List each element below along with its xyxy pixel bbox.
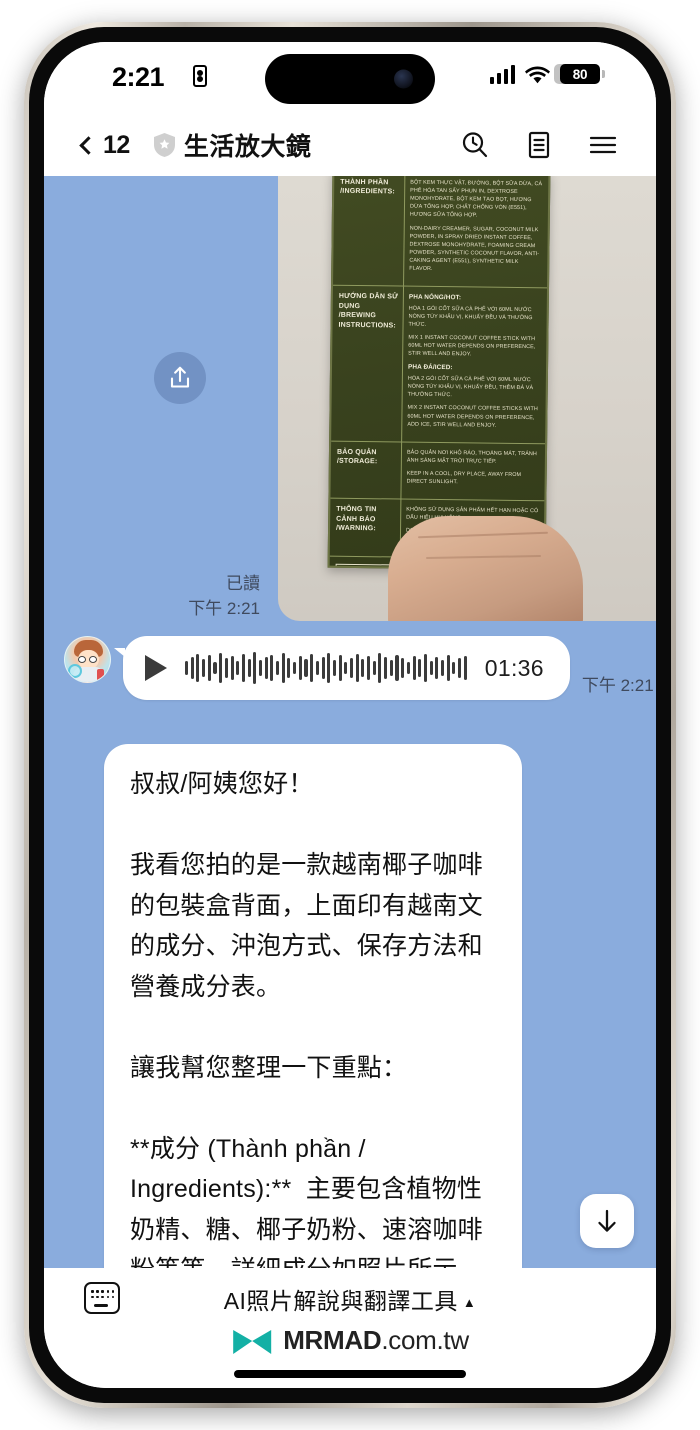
voice-duration: 01:36	[484, 654, 544, 681]
text-message-bubble[interactable]: 叔叔/阿姨您好！ 我看您拍的是一款越南椰子咖啡的包裝盒背面，上面印有越南文的成分…	[104, 744, 522, 1268]
back-button[interactable]: 12	[79, 130, 130, 160]
phone-frame: 2:21 80 12 生活放大鏡 THÀNH PHẦN /INGREDIENTS…	[24, 22, 676, 1408]
label-key: THÔNG TIN CẢNH BÁO /WARNING:	[336, 505, 377, 533]
chevron-left-icon	[79, 135, 98, 155]
status-indicators: 80	[489, 64, 605, 84]
search-clock-icon[interactable]	[460, 130, 490, 160]
brew-hot-vi: HÒA 1 GÓI CỐT SỮA CÀ PHÊ VỚI 60ML NƯỚC N…	[408, 305, 533, 328]
shield-verified-icon	[153, 133, 175, 157]
label-key: BẢO QUẢN /STORAGE:	[336, 448, 378, 466]
tool-label-text: AI照片解說與翻譯工具	[223, 1288, 458, 1314]
avatar-glasses-right	[89, 656, 97, 663]
watermark-brand: MRMAD	[283, 1325, 382, 1355]
battery-icon: 80	[560, 64, 605, 84]
unread-count: 12	[103, 130, 130, 159]
keyboard-icon[interactable]	[84, 1282, 120, 1314]
voice-message: 01:36 下午 2:21	[44, 636, 654, 700]
label-row-storage: BẢO QUẢN /STORAGE: BẢO QUẢN NƠI KHÔ RÁO,…	[330, 441, 546, 502]
nav-bar: 12 生活放大鏡	[44, 114, 656, 176]
label-key: HƯỚNG DẪN SỬ DỤNG /BREWING INSTRUCTIONS:	[338, 292, 399, 329]
brew-hot-head: PHA NÓNG/HOT:	[408, 293, 462, 302]
brew-iced-vi: HÒA 2 GÓI CỐT SỮA CÀ PHÊ VỚI 60ML NƯỚC N…	[407, 375, 534, 399]
label-key: THÀNH PHẦN /INGREDIENTS:	[340, 178, 395, 196]
caret-up-icon: ▲	[462, 1295, 477, 1310]
label-row-brewing: HƯỚNG DẪN SỬ DỤNG /BREWING INSTRUCTIONS:…	[331, 285, 548, 445]
bottom-toolbar: AI照片解說與翻譯工具 ▲ MRMAD.com.tw	[44, 1268, 656, 1388]
status-bar: 2:21 80	[44, 42, 656, 114]
watermark-text: MRMAD.com.tw	[283, 1325, 469, 1356]
label-row-ingredients: THÀNH PHẦN /INGREDIENTS: BỘT KEM THỰC VẬ…	[333, 176, 549, 289]
keyboard-keys	[91, 1290, 115, 1299]
keyboard-spacebar	[94, 1304, 108, 1307]
nav-actions	[460, 130, 618, 160]
magnifier-icon	[68, 664, 82, 678]
tool-selector[interactable]: AI照片解說與翻譯工具 ▲	[224, 1282, 477, 1316]
voice-bubble[interactable]: 01:36	[114, 636, 570, 700]
front-camera-icon	[394, 69, 413, 89]
audio-waveform-icon[interactable]	[185, 651, 467, 685]
hamburger-menu-icon[interactable]	[588, 130, 618, 160]
dynamic-island	[265, 54, 435, 104]
avatar-tie	[97, 669, 104, 681]
wifi-icon	[525, 65, 550, 84]
ingredients-en: NON-DAIRY CREAMER, SUGAR, COCONUT MILK P…	[409, 225, 540, 273]
battery-level: 80	[572, 66, 588, 82]
label-value: BỘT KEM THỰC VẬT, ĐƯỜNG, BỘT SỮA DỪA, CÀ…	[403, 176, 549, 288]
brew-iced-en: MIX 2 INSTANT COCONUT COFFEE STICKS WITH…	[407, 405, 538, 429]
storage-en: KEEP IN A COOL, DRY PLACE, AWAY FROM DIR…	[406, 470, 522, 486]
hand-holding-package	[388, 516, 583, 621]
home-indicator[interactable]	[234, 1370, 466, 1378]
message-meta: 已讀 下午 2:21	[160, 572, 260, 621]
read-status: 已讀	[226, 574, 260, 593]
page-title: 生活放大鏡	[183, 133, 312, 161]
watermark-domain: .com.tw	[381, 1325, 469, 1355]
chat-message-list[interactable]: THÀNH PHẦN /INGREDIENTS: BỘT KEM THỰC VẬ…	[44, 176, 656, 1268]
photo-attachment[interactable]: THÀNH PHẦN /INGREDIENTS: BỘT KEM THỰC VẬ…	[278, 176, 656, 621]
message-timestamp: 下午 2:21	[581, 676, 654, 695]
message-timestamp: 下午 2:21	[188, 598, 260, 618]
status-time: 2:21	[112, 62, 165, 92]
photo-message[interactable]: THÀNH PHẦN /INGREDIENTS: BỘT KEM THỰC VẬ…	[154, 176, 656, 621]
watermark: MRMAD.com.tw	[231, 1325, 469, 1356]
label-value: BẢO QUẢN NƠI KHÔ RÁO, THOÁNG MÁT, TRÁNH …	[400, 442, 546, 501]
alarm-icon	[193, 65, 207, 87]
storage-vi: BẢO QUẢN NƠI KHÔ RÁO, THOÁNG MÁT, TRÁNH …	[406, 449, 537, 465]
play-icon[interactable]	[145, 655, 167, 681]
product-label-image: THÀNH PHẦN /INGREDIENTS: BỘT KEM THỰC VẬ…	[327, 176, 551, 571]
ingredients-vi: BỘT KEM THỰC VẬT, ĐƯỜNG, BỘT SỮA DỪA, CÀ…	[409, 179, 543, 219]
phone-bezel: 2:21 80 12 生活放大鏡 THÀNH PHẦN /INGREDIENTS…	[29, 27, 671, 1403]
label-value: PHA NÓNG/HOT: HÒA 1 GÓI CỐT SỮA CÀ PHÊ V…	[401, 286, 548, 444]
brew-iced-head: PHA ĐÁ/ICED:	[407, 364, 453, 372]
share-upload-icon[interactable]	[154, 352, 206, 404]
avatar-glasses-left	[78, 656, 86, 663]
mrmad-logo-icon	[231, 1326, 273, 1356]
arrow-down-icon[interactable]	[580, 1194, 634, 1248]
cellular-signal-icon	[489, 64, 515, 84]
brew-hot-en: MIX 1 INSTANT COCONUT COFFEE STICK WITH …	[408, 334, 536, 358]
profile-avatar-icon[interactable]	[64, 636, 111, 683]
notes-icon[interactable]	[524, 130, 554, 160]
phone-screen: 2:21 80 12 生活放大鏡 THÀNH PHẦN /INGREDIENTS…	[44, 42, 656, 1388]
